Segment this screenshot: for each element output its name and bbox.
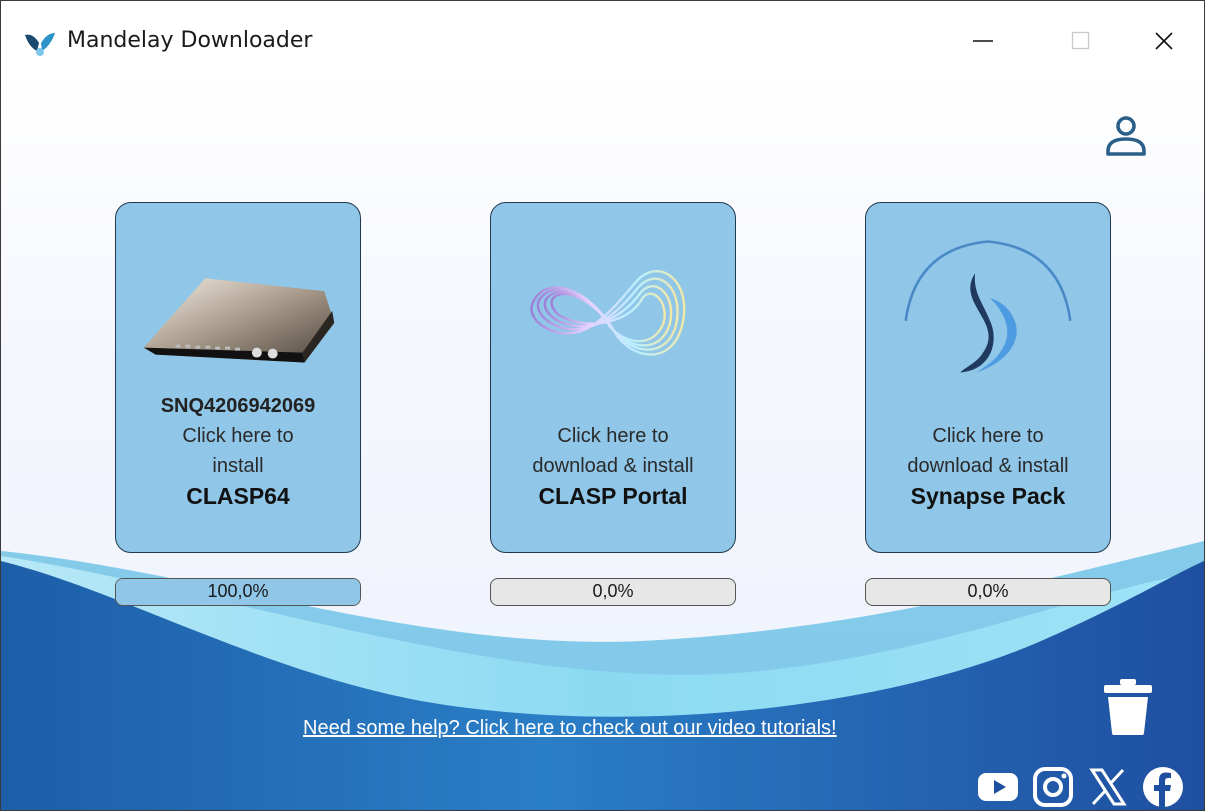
close-icon [1155,32,1173,50]
product-name: Synapse Pack [910,483,1066,509]
clasp-portal-logo [530,270,686,356]
facebook-icon[interactable] [1141,765,1185,809]
card-line-2: download & install [532,455,694,477]
app-logo-icon [25,33,55,56]
progress-bar-synapse-pack: 0,0% [865,578,1111,606]
card-line-2: download & install [907,455,1069,477]
synapse-logo [904,240,1072,373]
card-text: Click here to download & install CLASP P… [491,421,735,511]
card-text: Click here to download & install Synapse… [866,421,1110,511]
x-icon[interactable] [1086,765,1130,809]
instagram-icon[interactable] [1031,765,1075,809]
maximize-icon [1071,31,1090,50]
minimize-button[interactable] [961,21,1005,61]
product-name: CLASP64 [186,483,290,509]
product-name: CLASP Portal [538,483,688,509]
window-title: Mandelay Downloader [67,28,313,53]
card-line-1: Click here to [932,425,1044,447]
progress-label: 100,0% [207,581,269,601]
card-line-2: install [212,455,264,477]
card-clasp-portal[interactable]: Click here to download & install CLASP P… [490,202,736,553]
card-line-1: Click here to [557,425,669,447]
title-bar[interactable]: Mandelay Downloader [1,1,1204,71]
device-serial: SNQ4206942069 [160,395,316,417]
user-profile-icon[interactable] [1101,111,1151,161]
progress-bar-clasp-portal: 0,0% [490,578,736,606]
card-synapse-pack[interactable]: Click here to download & install Synapse… [865,202,1111,553]
card-clasp64[interactable]: SNQ4206942069 Click here to install CLAS… [115,202,361,553]
app-window: Mandelay Downloader SNQ4206942069 Click … [0,0,1205,811]
hardware-device-image [143,278,335,363]
progress-label: 0,0% [592,581,634,601]
progress-label: 0,0% [967,581,1009,601]
progress-bar-clasp64: 100,0% [115,578,361,606]
card-text: SNQ4206942069 Click here to install CLAS… [116,391,360,511]
youtube-icon[interactable] [976,765,1020,809]
card-line-1: Click here to [182,425,294,447]
video-tutorials-link[interactable]: Need some help? Click here to check out … [303,717,837,740]
main-content: SNQ4206942069 Click here to install CLAS… [1,71,1204,810]
trash-icon[interactable] [1100,677,1156,737]
minimize-icon [973,40,993,42]
close-button[interactable] [1142,21,1186,61]
maximize-button[interactable] [1059,21,1103,61]
